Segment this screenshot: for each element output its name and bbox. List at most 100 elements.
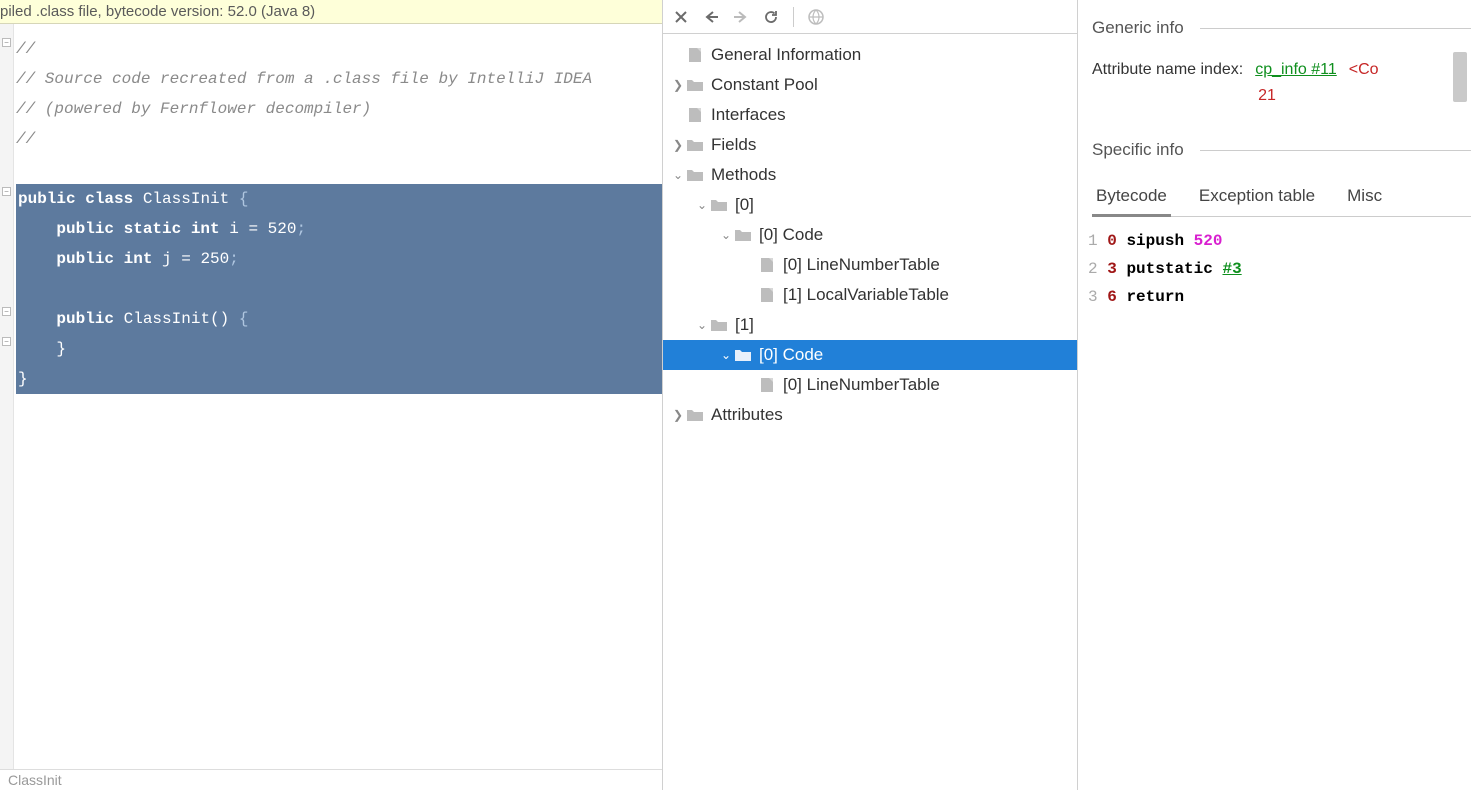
tab-exception-table[interactable]: Exception table	[1195, 180, 1319, 216]
structure-toolbar	[663, 0, 1077, 34]
tree-item-label: [0]	[735, 195, 754, 215]
tree-item-label: [1] LocalVariableTable	[783, 285, 949, 305]
bytecode-listing[interactable]: 1 0 sipush 5202 3 putstatic #3 3 6 retur…	[1078, 217, 1471, 311]
folder-icon	[685, 407, 705, 423]
editor-gutter[interactable]: − − − −	[0, 24, 14, 769]
attr-name-index-label: Attribute name index:	[1092, 61, 1243, 79]
tree-item[interactable]: ⌄ [0] Code	[663, 220, 1077, 250]
fold-handle-icon[interactable]: −	[2, 337, 11, 346]
folder-icon	[709, 317, 729, 333]
code-area[interactable]: // // Source code recreated from a .clas…	[14, 24, 662, 769]
folder-icon	[685, 137, 705, 153]
refresh-icon[interactable]	[759, 5, 783, 29]
tree-item[interactable]: [0] LineNumberTable	[663, 370, 1077, 400]
code-line	[16, 274, 662, 304]
tree-item[interactable]: ⌄ [1]	[663, 310, 1077, 340]
tree-item-label: [0] LineNumberTable	[783, 255, 940, 275]
class-structure-tree[interactable]: General Information ❯ Constant Pool Interfa…	[663, 34, 1077, 790]
editor-body: − − − − // // Source code recreated from…	[0, 24, 662, 769]
code-line: public static int i = 520;	[16, 214, 662, 244]
specific-info-section: Specific info	[1078, 114, 1471, 166]
tree-item[interactable]: ⌄ [0]	[663, 190, 1077, 220]
structure-pane: General Information ❯ Constant Pool Interfa…	[663, 0, 1077, 790]
back-icon[interactable]	[699, 5, 723, 29]
fold-handle-icon[interactable]: −	[2, 38, 11, 47]
file-icon	[685, 47, 705, 63]
decompile-banner: piled .class file, bytecode version: 52.…	[0, 0, 662, 24]
chevron-icon[interactable]: ❯	[671, 408, 685, 422]
code-line: public class ClassInit {	[16, 184, 662, 214]
forward-icon[interactable]	[729, 5, 753, 29]
tree-item-label: Constant Pool	[711, 75, 818, 95]
generic-info-body: Attribute name index: cp_info #11 <Co At…	[1078, 44, 1471, 106]
cp-info-link[interactable]: cp_info #11	[1255, 61, 1337, 79]
tree-item-label: Attributes	[711, 405, 783, 425]
attr-name-index-row: Attribute name index: cp_info #11 <Co	[1092, 54, 1471, 86]
chevron-icon[interactable]: ⌄	[695, 318, 709, 332]
code-line: // Source code recreated from a .class f…	[16, 64, 662, 94]
chevron-icon[interactable]: ⌄	[719, 348, 733, 362]
generic-info-section: Generic info	[1078, 0, 1471, 44]
tree-item-label: Fields	[711, 135, 756, 155]
folder-icon	[733, 227, 753, 243]
code-line: }	[16, 364, 662, 394]
code-line: // (powered by Fernflower decompiler)	[16, 94, 662, 124]
chevron-icon[interactable]: ⌄	[671, 168, 685, 182]
scrollbar-thumb[interactable]	[1453, 52, 1467, 102]
tree-item[interactable]: General Information	[663, 40, 1077, 70]
code-line: }	[16, 334, 662, 364]
tree-item[interactable]: Interfaces	[663, 100, 1077, 130]
fold-handle-icon[interactable]: −	[2, 187, 11, 196]
section-title: Generic info	[1092, 18, 1471, 38]
chevron-icon[interactable]: ❯	[671, 138, 685, 152]
code-line	[16, 154, 662, 184]
fold-handle-icon[interactable]: −	[2, 307, 11, 316]
tree-item[interactable]: ❯ Fields	[663, 130, 1077, 160]
chevron-icon[interactable]: ⌄	[695, 198, 709, 212]
tab-bytecode[interactable]: Bytecode	[1092, 180, 1171, 217]
bytecode-tabs: Bytecode Exception table Misc	[1092, 180, 1471, 217]
tree-item[interactable]: ❯ Attributes	[663, 400, 1077, 430]
editor-pane: piled .class file, bytecode version: 52.…	[0, 0, 663, 790]
bytecode-line: 1 0 sipush 520	[1088, 227, 1471, 255]
status-bar: ClassInit	[0, 769, 662, 790]
tree-item[interactable]: ⌄ Methods	[663, 160, 1077, 190]
chevron-icon[interactable]: ❯	[671, 78, 685, 92]
chevron-icon[interactable]: ⌄	[719, 228, 733, 242]
file-icon	[757, 287, 777, 303]
bytecode-line: 3 6 return	[1088, 283, 1471, 311]
code-line: public int j = 250;	[16, 244, 662, 274]
tree-item-label: General Information	[711, 45, 861, 65]
folder-icon	[685, 167, 705, 183]
file-icon	[757, 377, 777, 393]
file-icon	[757, 257, 777, 273]
tree-item[interactable]: ⌄ [0] Code	[663, 340, 1077, 370]
tree-item-label: [0] Code	[759, 345, 823, 365]
close-icon[interactable]	[669, 5, 693, 29]
code-line: public ClassInit() {	[16, 304, 662, 334]
globe-icon[interactable]	[804, 5, 828, 29]
file-icon	[685, 107, 705, 123]
tree-item-label: Interfaces	[711, 105, 786, 125]
toolbar-separator	[793, 7, 794, 27]
attr-length-value: 21	[1258, 87, 1276, 105]
folder-icon	[733, 347, 753, 363]
folder-icon	[685, 77, 705, 93]
attr-type-text: <Co	[1349, 61, 1379, 79]
details-pane: Generic info Attribute name index: cp_in…	[1077, 0, 1471, 790]
code-line: //	[16, 34, 662, 64]
tree-item[interactable]: ❯ Constant Pool	[663, 70, 1077, 100]
folder-icon	[709, 197, 729, 213]
selected-code-block: public class ClassInit { public static i…	[16, 184, 662, 394]
tree-item[interactable]: [0] LineNumberTable	[663, 250, 1077, 280]
app-container: piled .class file, bytecode version: 52.…	[0, 0, 1471, 790]
tab-misc[interactable]: Misc	[1343, 180, 1386, 216]
bytecode-line: 2 3 putstatic #3	[1088, 255, 1471, 283]
tree-item-label: [1]	[735, 315, 754, 335]
tree-item-label: [0] LineNumberTable	[783, 375, 940, 395]
attr-length-row: Attribute length: 21	[1092, 86, 1471, 106]
tree-item-label: Methods	[711, 165, 776, 185]
tree-item[interactable]: [1] LocalVariableTable	[663, 280, 1077, 310]
tree-item-label: [0] Code	[759, 225, 823, 245]
code-line: //	[16, 124, 662, 154]
